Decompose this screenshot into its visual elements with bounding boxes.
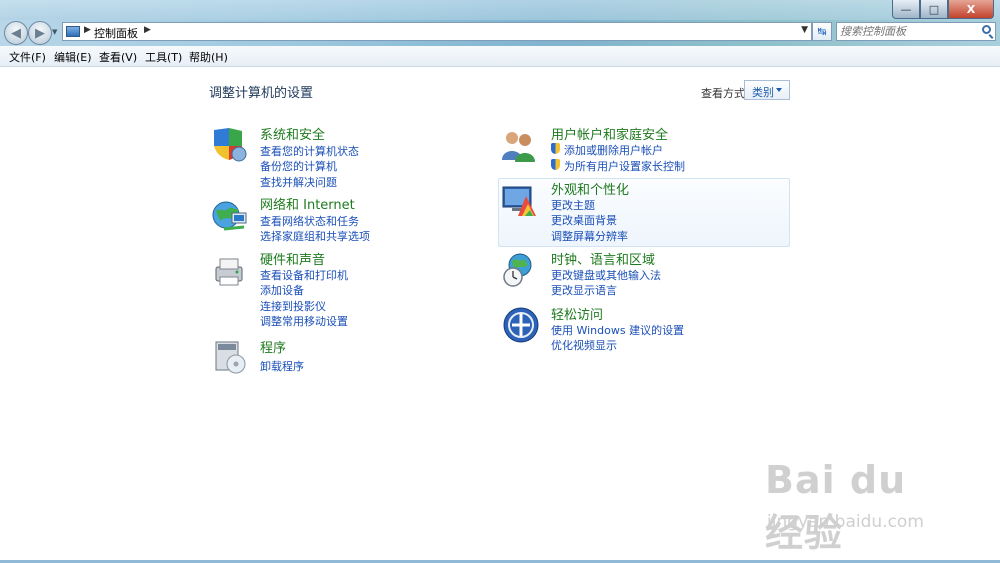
forward-button[interactable]: ▶ bbox=[28, 21, 52, 45]
address-bar[interactable]: ▶ 控制面板 ▶ ▼ bbox=[62, 22, 812, 41]
category-title-hardware-sound[interactable]: 硬件和声音 bbox=[260, 249, 325, 268]
uac-shield-icon bbox=[551, 143, 560, 154]
ease-of-access-icon bbox=[503, 307, 539, 343]
close-button[interactable]: X bbox=[948, 0, 994, 19]
address-dropdown-icon[interactable]: ▼ bbox=[801, 25, 808, 35]
recent-pages-dropdown[interactable]: ▼ bbox=[52, 28, 57, 36]
link-backup-computer[interactable]: 备份您的计算机 bbox=[260, 158, 337, 174]
link-add-device[interactable]: 添加设备 bbox=[260, 282, 304, 298]
back-button[interactable]: ◀ bbox=[4, 21, 28, 45]
category-title-network-internet[interactable]: 网络和 Internet bbox=[260, 194, 355, 213]
link-add-remove-accounts-label: 添加或删除用户帐户 bbox=[564, 144, 663, 157]
link-recommended-settings[interactable]: 使用 Windows 建议的设置 bbox=[551, 322, 684, 338]
link-change-display-language[interactable]: 更改显示语言 bbox=[551, 282, 617, 298]
programs-icon bbox=[215, 341, 246, 374]
menu-help[interactable]: 帮助(H) bbox=[189, 49, 228, 65]
category-title-clock-language-region[interactable]: 时钟、语言和区域 bbox=[551, 249, 655, 268]
category-title-appearance[interactable]: 外观和个性化 bbox=[551, 179, 629, 198]
category-title-programs[interactable]: 程序 bbox=[260, 337, 286, 356]
category-title-system-security[interactable]: 系统和安全 bbox=[260, 124, 325, 143]
refresh-button[interactable]: ↹ bbox=[812, 22, 832, 41]
search-input[interactable] bbox=[840, 24, 970, 39]
appearance-personalization-icon bbox=[502, 186, 536, 216]
link-parental-controls-label: 为所有用户设置家长控制 bbox=[564, 160, 685, 173]
network-internet-icon bbox=[212, 201, 247, 231]
hover-highlight bbox=[498, 178, 790, 247]
link-troubleshoot[interactable]: 查找并解决问题 bbox=[260, 174, 337, 190]
address-separator-icon[interactable]: ▶ bbox=[84, 25, 91, 35]
link-change-theme[interactable]: 更改主题 bbox=[551, 197, 595, 213]
title-bar-glass bbox=[0, 0, 1000, 20]
link-parental-controls[interactable]: 为所有用户设置家长控制 bbox=[551, 158, 685, 174]
view-by-select[interactable]: 类别 bbox=[744, 80, 790, 100]
link-connect-projector[interactable]: 连接到投影仪 bbox=[260, 298, 326, 314]
clock-language-region-icon bbox=[503, 253, 532, 287]
search-box[interactable] bbox=[836, 22, 996, 41]
link-adjust-resolution[interactable]: 调整屏幕分辨率 bbox=[551, 228, 628, 244]
user-accounts-icon bbox=[502, 132, 535, 162]
search-icon[interactable] bbox=[982, 25, 991, 34]
control-panel-icon bbox=[66, 26, 80, 37]
link-view-computer-status[interactable]: 查看您的计算机状态 bbox=[260, 143, 359, 159]
chevron-down-icon bbox=[776, 88, 782, 92]
baidu-watermark: Bai du 经验 jingyan.baidu.com bbox=[765, 458, 955, 555]
hardware-sound-icon bbox=[215, 258, 243, 286]
watermark-url: jingyan.baidu.com bbox=[767, 512, 924, 532]
view-by-label: 查看方式: bbox=[701, 87, 749, 100]
category-title-ease-of-access[interactable]: 轻松访问 bbox=[551, 304, 603, 323]
link-optimize-visual-display[interactable]: 优化视频显示 bbox=[551, 337, 617, 353]
maximize-button[interactable]: □ bbox=[920, 0, 948, 19]
link-devices-printers[interactable]: 查看设备和打印机 bbox=[260, 267, 348, 283]
watermark-logo: Bai du 经验 bbox=[765, 458, 907, 555]
window-controls: — □ X bbox=[892, 0, 994, 19]
link-change-keyboards[interactable]: 更改键盘或其他输入法 bbox=[551, 267, 661, 283]
menu-bar: 文件(F) 编辑(E) 查看(V) 工具(T) 帮助(H) bbox=[0, 46, 1000, 67]
breadcrumb-control-panel[interactable]: 控制面板 bbox=[94, 25, 138, 41]
link-network-status[interactable]: 查看网络状态和任务 bbox=[260, 213, 359, 229]
link-mobility-settings[interactable]: 调整常用移动设置 bbox=[260, 313, 348, 329]
page-title: 调整计算机的设置 bbox=[209, 86, 314, 101]
link-homegroup-sharing[interactable]: 选择家庭组和共享选项 bbox=[260, 228, 370, 244]
view-by-value: 类别 bbox=[752, 86, 774, 99]
link-add-remove-accounts[interactable]: 添加或删除用户帐户 bbox=[551, 142, 663, 158]
link-change-desktop-background[interactable]: 更改桌面背景 bbox=[551, 212, 617, 228]
category-title-user-accounts[interactable]: 用户帐户和家庭安全 bbox=[551, 124, 668, 143]
uac-shield-icon bbox=[551, 159, 560, 170]
menu-file[interactable]: 文件(F) bbox=[9, 49, 46, 65]
system-security-icon bbox=[214, 128, 247, 162]
minimize-button[interactable]: — bbox=[892, 0, 920, 19]
menu-view[interactable]: 查看(V) bbox=[99, 49, 137, 65]
menu-tools[interactable]: 工具(T) bbox=[145, 49, 182, 65]
menu-edit[interactable]: 编辑(E) bbox=[54, 49, 92, 65]
link-uninstall-program[interactable]: 卸载程序 bbox=[260, 358, 304, 374]
breadcrumb-chevron-icon[interactable]: ▶ bbox=[144, 25, 151, 35]
